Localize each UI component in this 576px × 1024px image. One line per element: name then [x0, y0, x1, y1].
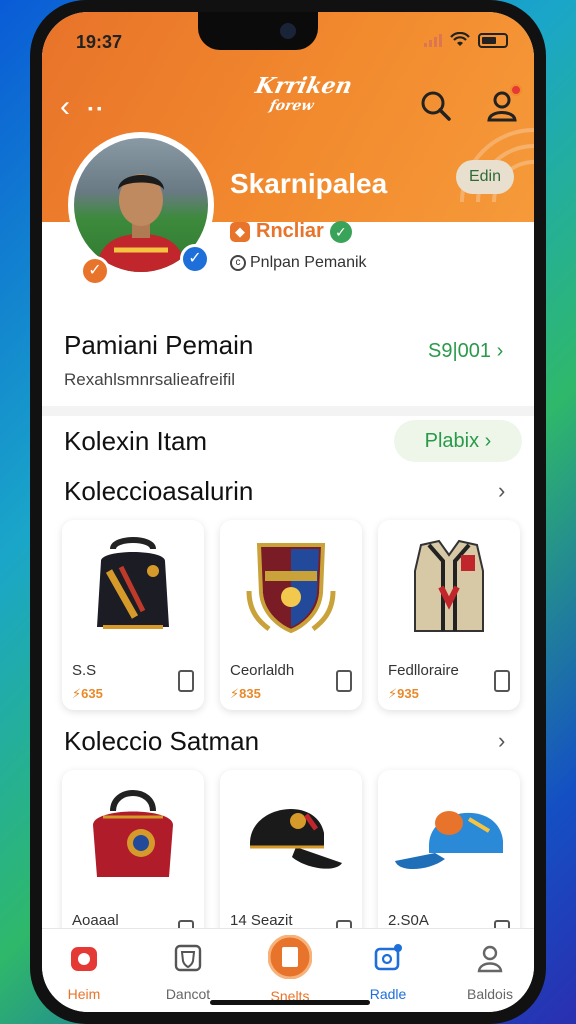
chevron-right-icon[interactable]: ›	[498, 478, 505, 504]
item-card[interactable]: Fedlloraire ⚡935	[378, 520, 520, 710]
chevron-right-icon[interactable]: ›	[498, 728, 505, 754]
item-card[interactable]: S.S ⚡635	[62, 520, 204, 710]
player-name: Skarnipalea	[230, 168, 388, 199]
trade-icon	[374, 944, 402, 971]
cap-black-image	[250, 809, 342, 869]
notch	[198, 12, 318, 50]
position-label: Pnlpan Pemanik	[250, 254, 367, 271]
copyright-icon: c	[230, 255, 246, 271]
crest-image	[246, 543, 336, 634]
top-bar: ‹ ▪ ▪ Krriken forew	[42, 73, 534, 136]
item-name: Aoaaal	[72, 912, 119, 929]
bag-image	[93, 790, 173, 877]
check-icon: ✓	[329, 220, 352, 243]
item-price: ⚡635	[72, 686, 103, 701]
section-accessories-title: Koleccio Satman	[64, 726, 260, 756]
nav-profile[interactable]: Baldois	[450, 943, 530, 1002]
rank-text: Rncliar	[256, 220, 324, 242]
app-screen: 19:37 ‹ ▪ ▪ Krriken forew ✓ ✓ Skarnipale…	[42, 12, 534, 1012]
signal-icon	[424, 33, 442, 47]
section-player-link[interactable]: S9|001 ›	[428, 340, 503, 363]
home-indicator[interactable]	[210, 1000, 370, 1005]
view-all-pill[interactable]: Plabix ›	[394, 420, 522, 462]
bag-icon[interactable]	[494, 670, 510, 692]
position-line: c Pnlpan Pemanik	[230, 254, 367, 272]
rank-icon: ◆	[230, 221, 250, 242]
vest-image	[414, 539, 484, 632]
cap-blue-image	[395, 811, 503, 870]
dots-icon: ▪ ▪	[88, 100, 102, 116]
back-icon[interactable]: ‹	[60, 90, 70, 124]
section-player-title: Pamiani Pemain	[64, 330, 254, 360]
notification-dot	[510, 84, 522, 96]
item-name: Fedlloraire	[388, 662, 459, 679]
wifi-icon	[450, 32, 470, 46]
verified-badge-icon: ✓	[180, 244, 210, 274]
backpack-image	[97, 537, 169, 629]
edit-button[interactable]: Edin	[456, 160, 514, 194]
bag-icon[interactable]	[336, 670, 352, 692]
item-price: ⚡935	[388, 686, 419, 701]
divider	[42, 406, 534, 416]
profile-icon	[477, 945, 503, 973]
battery-icon	[478, 32, 508, 48]
shop-icon	[267, 934, 313, 980]
item-price: ⚡835	[230, 686, 261, 701]
rank-line: ◆ Rncliar ✓	[230, 220, 352, 243]
home-icon	[71, 947, 97, 971]
app-logo: Krriken forew	[253, 73, 355, 114]
team-badge-icon: ✓	[80, 256, 110, 286]
section-player-subtitle: Rexahlsmnrsalieafreifil	[64, 370, 236, 389]
nav-trade[interactable]: Radle	[348, 943, 428, 1002]
phone-frame: 19:37 ‹ ▪ ▪ Krriken forew ✓ ✓ Skarnipale…	[30, 0, 546, 1024]
nav-shop[interactable]: Snelts	[250, 934, 330, 1004]
nav-discover[interactable]: Dancot	[148, 943, 228, 1002]
section-collection-title: Kolexin Itam	[64, 426, 208, 456]
bag-icon[interactable]	[178, 670, 194, 692]
status-icons	[424, 32, 508, 48]
section-apparel-title: Koleccioasalurin	[64, 476, 254, 506]
item-name: S.S	[72, 662, 97, 679]
status-time: 19:37	[76, 32, 123, 52]
nav-home[interactable]: Heim	[44, 943, 124, 1002]
search-icon[interactable]	[418, 88, 454, 124]
shield-icon	[174, 944, 202, 972]
item-name: 2.S0A	[388, 912, 429, 929]
item-name: 14 Seazit	[230, 912, 293, 929]
item-card[interactable]: Ceorlaldh ⚡835	[220, 520, 362, 710]
item-name: Ceorlaldh	[230, 662, 295, 679]
account-button[interactable]	[484, 84, 522, 124]
